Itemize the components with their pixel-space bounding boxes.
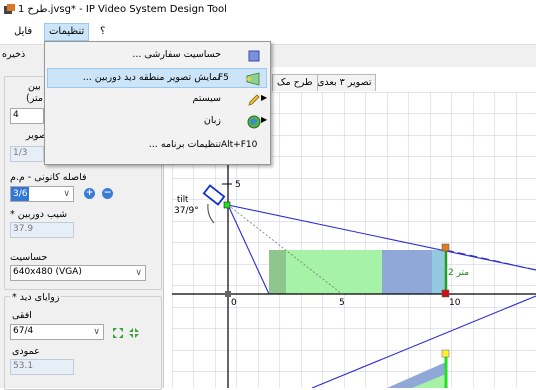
app-icon xyxy=(4,4,15,14)
menu-item-shortcut: F5 xyxy=(218,73,229,83)
menu-item-label: ... تنظیمات برنامه xyxy=(148,139,221,150)
zone-light-blue xyxy=(432,250,446,294)
distance-label: متر 2 xyxy=(448,268,469,278)
menu-item-custom-sensitivity[interactable]: ... حساسیت سفارشی xyxy=(47,46,267,66)
height-label: بین xyxy=(28,81,41,92)
chevron-down-icon[interactable]: ∨ xyxy=(135,267,142,280)
height-input[interactable]: 4 xyxy=(10,108,44,124)
focal-length-label: فاصله کانونی - م.م xyxy=(10,172,87,183)
y-axis-label-5: 5 xyxy=(235,180,241,190)
expand-collapse-icon[interactable] xyxy=(112,327,142,339)
globe-icon xyxy=(247,115,261,129)
horizontal-angle-combo[interactable]: 67/4 ∨ xyxy=(10,324,104,340)
settings-dropdown-menu: ... حساسیت سفارشی ... نمایش تصویر منطقه … xyxy=(44,41,271,165)
origin-handle xyxy=(225,291,231,297)
remove-icon[interactable]: − xyxy=(102,188,113,199)
ground-handle[interactable] xyxy=(441,289,450,298)
title-bar: طرح 1.jvsg* - IP Video System Design Too… xyxy=(0,0,536,20)
menu-file[interactable]: فایل xyxy=(10,24,36,40)
x-axis-label-0: 0 xyxy=(231,298,237,308)
camera-view-icon xyxy=(246,72,260,86)
vertical-angle-input: 53.1 xyxy=(10,359,74,375)
tilt-label: tilt xyxy=(177,195,189,205)
sensitivity-icon xyxy=(248,50,260,62)
lens-select[interactable]: 1/3 xyxy=(10,146,44,162)
camera-handle[interactable] xyxy=(223,201,231,209)
tilt-input: 37.9 xyxy=(10,222,74,238)
x-axis-label-10: 10 xyxy=(449,298,461,308)
menu-settings[interactable]: تنظیمات xyxy=(44,23,90,41)
menu-item-label: ... حساسیت سفارشی xyxy=(132,49,221,60)
chevron-down-icon[interactable]: ∨ xyxy=(93,326,100,339)
menu-help[interactable]: ؟ xyxy=(96,24,109,40)
chevron-down-icon[interactable]: ∨ xyxy=(63,188,70,201)
sensitivity-label: حساسیت xyxy=(10,252,48,263)
tilt-value: 37/9° xyxy=(174,206,199,216)
menu-item-language[interactable]: زبان ▶ xyxy=(47,112,267,132)
zone-blue xyxy=(382,250,432,294)
zone-dark-green xyxy=(269,250,286,294)
view-angles-label: * زوایای دید xyxy=(10,292,62,303)
plan-handle[interactable] xyxy=(441,349,450,358)
save-button[interactable]: ذخیره xyxy=(2,49,25,60)
pencil-icon xyxy=(248,94,260,106)
vertical-label: عمودی xyxy=(12,346,40,357)
tab-3d-view[interactable]: تصویر ۳ بعدی xyxy=(312,74,377,91)
zone-light-green xyxy=(286,250,382,294)
x-axis-label-5: 5 xyxy=(339,298,345,308)
tilt-label: * شیب دوربین xyxy=(10,209,68,220)
menu-item-label: ... نمایش تصویر منطقه دید دوربین xyxy=(82,72,220,83)
menu-item-show-camera-view[interactable]: ... نمایش تصویر منطقه دید دوربین F5 xyxy=(47,68,267,88)
menu-item-shortcut: Alt+F10 xyxy=(221,140,258,150)
menu-item-app-settings[interactable]: ... تنظیمات برنامه Alt+F10 xyxy=(47,136,267,156)
menu-item-label: سیستم xyxy=(192,93,222,104)
far-handle[interactable] xyxy=(441,243,450,252)
window-title: طرح 1.jvsg* - IP Video System Design Too… xyxy=(18,4,227,15)
horizontal-label: افقی xyxy=(12,310,32,321)
sensitivity-value: 640x480 (VGA) xyxy=(13,267,82,277)
menu-bar: فایل تنظیمات ؟ xyxy=(0,22,536,42)
focal-length-combo[interactable]: 3/6 ∨ xyxy=(10,186,74,202)
horizontal-angle-value: 67/4 xyxy=(13,326,34,336)
submenu-arrow-icon: ▶ xyxy=(261,115,268,124)
focal-length-value: 3/6 xyxy=(11,187,30,201)
submenu-arrow-icon: ▶ xyxy=(261,93,268,102)
menu-item-label: زبان xyxy=(203,115,221,126)
sensitivity-combo[interactable]: 640x480 (VGA) ∨ xyxy=(10,265,146,281)
menu-item-system[interactable]: سیستم ▶ xyxy=(47,90,267,110)
tab-plan[interactable]: طرح مک xyxy=(272,74,318,91)
add-icon[interactable]: + xyxy=(84,188,95,199)
